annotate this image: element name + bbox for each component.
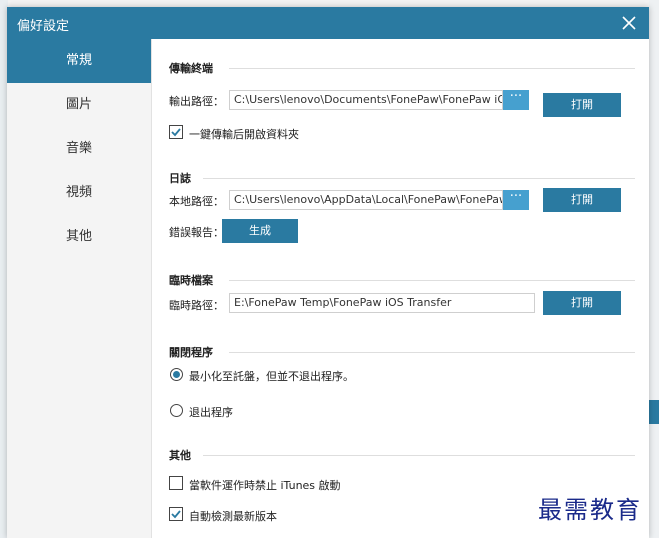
local-path-label: 本地路徑： — [169, 195, 224, 208]
sidebar-item-music[interactable]: 音樂 — [7, 127, 151, 171]
section-divider — [203, 178, 635, 179]
background-window-edge — [649, 0, 659, 538]
itunes-checkbox[interactable] — [169, 476, 183, 490]
section-divider — [229, 280, 635, 281]
auto-update-label: 自動檢測最新版本 — [189, 510, 277, 523]
section-divider — [229, 352, 635, 353]
preferences-dialog: 偏好設定 常規 圖片 音樂 視頻 其他 傳輸終端 輸出路徑： C:\Users\… — [7, 7, 649, 538]
log-section-title: 日誌 — [169, 172, 191, 185]
minimize-option-label: 最小化至託盤，但並不退出程序。 — [189, 370, 354, 383]
sidebar-item-video[interactable]: 視頻 — [7, 171, 151, 215]
checkmark-icon — [171, 510, 181, 519]
radio-selected-dot — [173, 371, 180, 378]
window-title: 偏好設定 — [17, 19, 70, 34]
minimize-radio[interactable] — [170, 368, 183, 381]
title-bar: 偏好設定 — [7, 7, 649, 39]
background-tab — [649, 400, 659, 424]
checkmark-icon — [171, 128, 181, 137]
exit-option-label: 退出程序 — [189, 406, 233, 419]
sidebar-item-general[interactable]: 常規 — [7, 39, 151, 83]
output-path-label: 輸出路徑： — [169, 95, 224, 108]
watermark-logo: 最需教育 — [538, 496, 642, 524]
output-browse-button[interactable]: ··· — [503, 90, 529, 110]
sidebar: 常規 圖片 音樂 視頻 其他 — [7, 39, 152, 538]
temp-section-title: 臨時檔案 — [169, 274, 213, 287]
sidebar-item-photos[interactable]: 圖片 — [7, 83, 151, 127]
settings-content: 傳輸終端 輸出路徑： C:\Users\lenovo\Documents\Fon… — [151, 39, 649, 538]
close-program-section-title: 關閉程序 — [169, 346, 213, 359]
local-path-field[interactable]: C:\Users\lenovo\AppData\Local\FonePaw\Fo… — [229, 190, 503, 210]
output-path-field[interactable]: C:\Users\lenovo\Documents\FonePaw\FonePa… — [229, 90, 503, 110]
exit-radio[interactable] — [170, 404, 183, 417]
local-browse-button[interactable]: ··· — [503, 190, 529, 210]
transfer-section-title: 傳輸終端 — [169, 62, 213, 75]
generate-report-button[interactable]: 生成 — [222, 219, 298, 243]
section-divider — [203, 455, 635, 456]
open-folder-checkbox[interactable] — [169, 125, 183, 139]
temp-path-field[interactable]: E:\FonePaw Temp\FonePaw iOS Transfer — [229, 293, 535, 313]
other-section-title: 其他 — [169, 449, 191, 462]
sidebar-item-other[interactable]: 其他 — [7, 215, 151, 259]
itunes-option-label: 當軟件運作時禁止 iTunes 啟動 — [189, 479, 341, 492]
close-icon[interactable] — [619, 13, 639, 33]
temp-path-label: 臨時路徑： — [169, 299, 224, 312]
open-folder-label: 一鍵傳輸后開啟資料夾 — [189, 128, 299, 141]
temp-open-button[interactable]: 打開 — [543, 291, 621, 315]
output-open-button[interactable]: 打開 — [543, 93, 621, 117]
auto-update-checkbox[interactable] — [169, 507, 183, 521]
section-divider — [229, 68, 635, 69]
error-report-label: 錯誤報告： — [169, 226, 224, 239]
local-open-button[interactable]: 打開 — [543, 188, 621, 212]
